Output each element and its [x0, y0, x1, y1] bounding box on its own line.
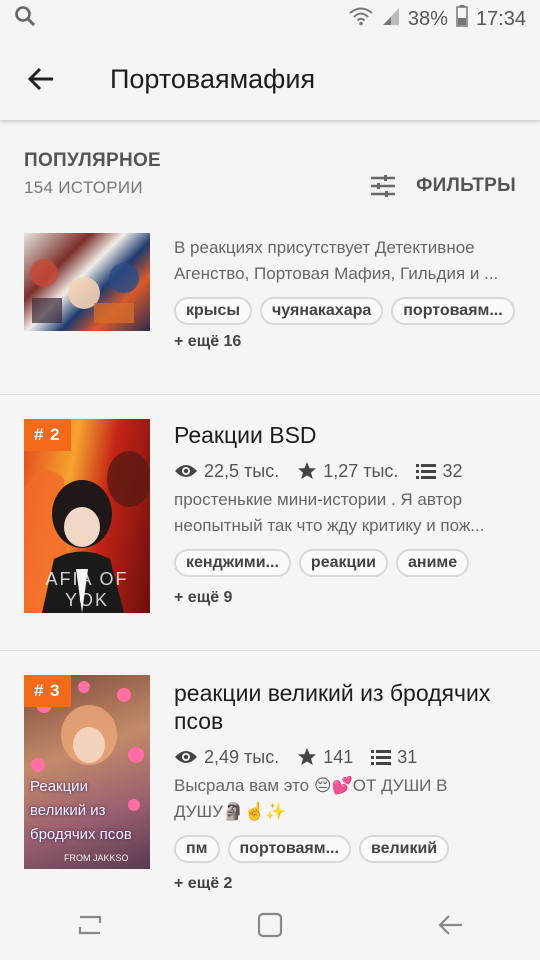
story-cover[interactable]: # 2 AFIA OF YOK: [24, 419, 150, 613]
story-description-line: простенькие мини-истории . Я автор: [174, 490, 463, 509]
story-info: реакции великий из бродячих псов 2,49 ты…: [174, 679, 518, 893]
votes-stat: 1,27 тыс.: [297, 461, 398, 482]
cover-credit: FROM JAKKSO: [64, 853, 129, 863]
cover-caption-line: великий из: [30, 802, 106, 819]
tag-list: кенджими... реакции аниме: [174, 549, 518, 577]
tag-chip[interactable]: крысы: [174, 297, 253, 325]
story-item-1[interactable]: В реакциях присутствует Детективное Аген…: [0, 215, 540, 395]
filters-button[interactable]: ФИЛЬТРЫ: [370, 162, 516, 210]
story-title[interactable]: Реакции BSD: [174, 421, 518, 449]
filters-label: ФИЛЬТРЫ: [416, 175, 516, 196]
parts-stat: 31: [371, 747, 417, 768]
tag-list: крысы чуянакахара портоваям... + ещё 16: [174, 297, 518, 351]
story-item-3[interactable]: # 3 Реакции великий из бродячих псов FRO…: [0, 651, 540, 893]
battery-percent: 38%: [407, 7, 448, 30]
tag-chip[interactable]: портоваям...: [227, 835, 351, 863]
recent-apps-icon: [78, 915, 102, 935]
back-icon: [438, 915, 462, 935]
story-description-line: неопытный так что жду критику и пож...: [174, 516, 485, 535]
story-stats: 22,5 тыс. 1,27 тыс. 32: [174, 459, 518, 483]
votes-count: 1,27 тыс.: [323, 460, 399, 481]
eye-icon: [175, 465, 197, 477]
section-header: ПОПУЛЯРНОЕ 154 ИСТОРИИ ФИЛЬТРЫ: [24, 150, 516, 210]
story-description-line: Высрала вам это 😔💕ОТ ДУШИ В: [174, 776, 448, 795]
sliders-icon: [371, 175, 396, 197]
arrow-left-icon: [27, 67, 53, 91]
home-button[interactable]: [240, 895, 300, 955]
cover-caption: AFIA OF YOK: [45, 569, 129, 610]
back-nav-button[interactable]: [420, 895, 480, 955]
cover-art: [30, 259, 139, 323]
parts-count: 32: [442, 460, 463, 481]
tag-chip[interactable]: кенджими...: [174, 549, 291, 577]
story-description-line: ДУШУ🗿☝️✨: [174, 802, 287, 821]
list-icon: [416, 464, 437, 479]
reads-count: 22,5 тыс.: [204, 460, 280, 481]
more-tags[interactable]: + ещё 16: [174, 333, 241, 351]
tag-chip[interactable]: портоваям...: [391, 297, 515, 325]
page-title: Портоваямафия: [110, 63, 316, 94]
story-info: В реакциях присутствует Детективное Аген…: [174, 235, 518, 351]
cover-caption-line: Реакции: [30, 778, 88, 795]
status-right: 38% 17:34: [348, 5, 526, 33]
star-icon: [298, 462, 317, 479]
tag-chip[interactable]: реакции: [298, 549, 389, 577]
rank-badge: # 3: [24, 675, 71, 707]
reads-stat: 22,5 тыс.: [174, 461, 279, 482]
tag-chip[interactable]: аниме: [396, 549, 470, 577]
cover-caption: Реакции великий из бродячих псов: [30, 775, 132, 847]
more-tags[interactable]: + ещё 9: [174, 589, 518, 607]
story-stats: 2,49 тыс. 141 31: [174, 745, 518, 769]
status-bar: 38% 17:34: [0, 0, 540, 38]
story-title-line[interactable]: реакции великий из бродячих: [174, 679, 518, 707]
story-cover[interactable]: [24, 233, 150, 331]
story-info: Реакции BSD 22,5 тыс. 1,27 тыс. 32 прост…: [174, 421, 518, 607]
rank-badge: # 2: [24, 419, 71, 451]
app-bar: Портоваямафия: [0, 38, 540, 120]
back-button[interactable]: [16, 54, 66, 104]
reads-count: 2,49 тыс.: [204, 746, 280, 767]
cover-caption-line: бродячих псов: [30, 826, 132, 843]
story-description-line: Агенство, Портовая Мафия, Гильдия и ...: [174, 264, 499, 283]
votes-count: 141: [323, 746, 354, 767]
eye-icon: [175, 751, 197, 763]
story-cover[interactable]: # 3 Реакции великий из бродячих псов FRO…: [24, 675, 150, 869]
clock: 17:34: [475, 7, 526, 30]
story-item-2[interactable]: # 2 AFIA OF YOK Реакции BSD 22,5 тыс. 1,…: [0, 395, 540, 651]
list-icon: [371, 750, 392, 765]
search-icon: [14, 5, 36, 33]
story-title-line[interactable]: псов: [174, 707, 518, 735]
votes-stat: 141: [297, 747, 353, 768]
signal-icon: [382, 6, 400, 32]
wifi-icon: [348, 6, 374, 32]
parts-stat: 32: [416, 461, 462, 482]
section-title: ПОПУЛЯРНОЕ: [24, 150, 162, 171]
story-description-line: В реакциях присутствует Детективное: [174, 238, 475, 257]
stories-count: 154 ИСТОРИИ: [24, 178, 143, 197]
tag-list: пм портоваям... великий: [174, 835, 518, 863]
tag-chip[interactable]: великий: [358, 835, 450, 863]
parts-count: 31: [397, 746, 418, 767]
home-icon: [257, 912, 283, 938]
system-nav-bar: [0, 890, 540, 960]
star-icon: [298, 748, 317, 765]
recent-apps-button[interactable]: [60, 895, 120, 955]
tag-chip[interactable]: пм: [174, 835, 220, 863]
tag-chip[interactable]: чуянакахара: [260, 297, 384, 325]
reads-stat: 2,49 тыс.: [174, 747, 279, 768]
battery-icon: [456, 5, 468, 33]
